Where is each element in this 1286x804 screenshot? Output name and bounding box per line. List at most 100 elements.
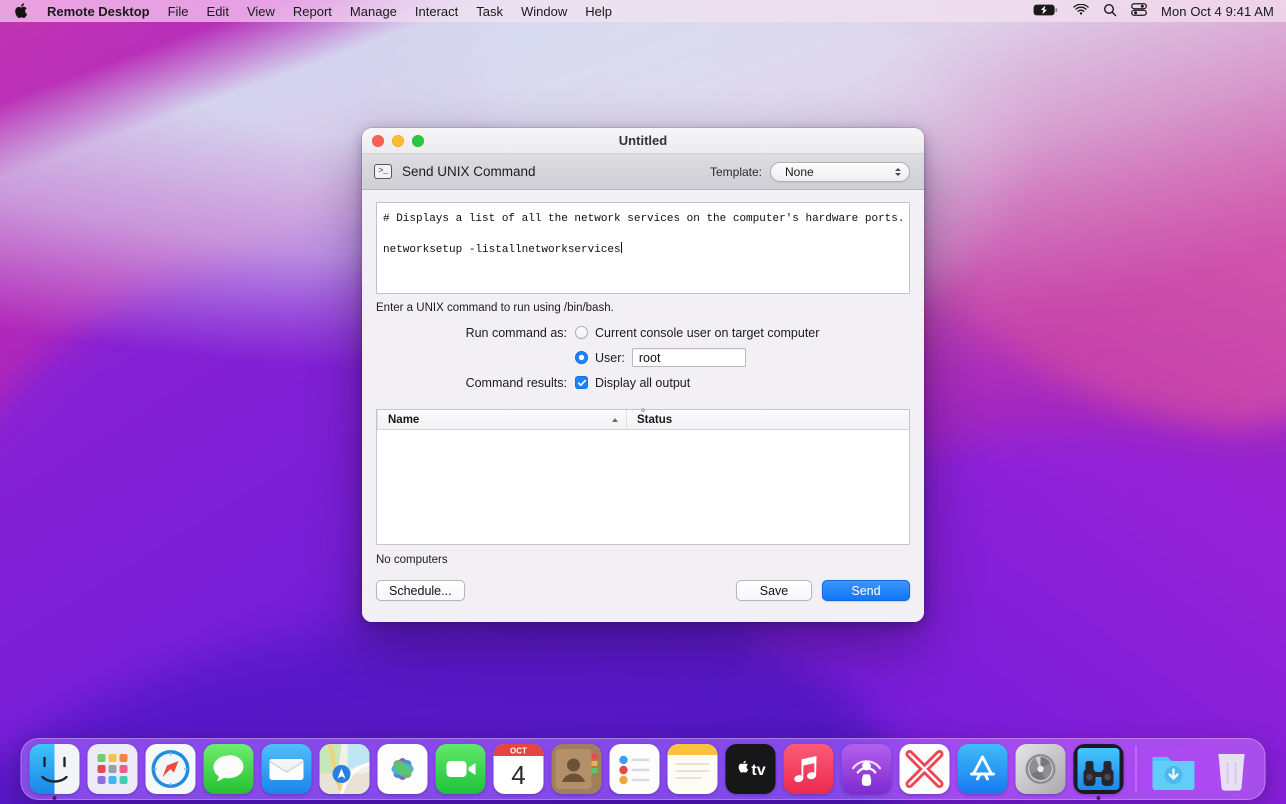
terminal-icon: >_ [374,164,392,179]
table-column-status[interactable]: Status [627,410,909,429]
template-label: Template: [709,164,762,179]
search-icon[interactable] [1103,3,1117,20]
menu-item-help[interactable]: Help [576,0,621,22]
dock-item-news[interactable] [899,744,950,794]
command-line-wrapper: networksetup -listallnetworkservices [383,242,901,259]
checkbox-display-all-output[interactable] [575,376,588,389]
split-resize-handle[interactable] [376,399,910,412]
dock-item-maps[interactable] [319,744,370,794]
desktop-screen: Remote Desktop File Edit View Report Man… [0,0,1286,804]
user-name-input[interactable]: root [631,348,746,367]
sort-ascending-icon [612,417,618,422]
dock-item-photos[interactable] [377,744,428,794]
text-cursor [621,242,623,254]
run-command-as-row: Run command as: Current console user on … [376,320,910,345]
user-row: User: root [376,345,910,370]
dock-item-messages[interactable] [203,744,254,794]
dock-item-reminders[interactable] [609,744,660,794]
radio-user[interactable] [575,351,588,364]
dock-item-facetime[interactable] [435,744,486,794]
command-comment-line: # Displays a list of all the network ser… [383,213,905,225]
send-unix-command-window: Untitled >_ Send UNIX Command Template: … [362,128,924,622]
music-icon [783,744,834,794]
table-column-name-label: Name [388,413,420,426]
dock-item-downloads[interactable] [1149,744,1199,794]
template-control-group: Template: None [709,161,910,182]
safari-icon [145,744,196,794]
command-textarea[interactable]: # Displays a list of all the network ser… [376,202,910,294]
dock-item-appstore[interactable] [957,744,1008,794]
dock-item-mail[interactable] [261,744,312,794]
radio-console-user[interactable] [575,326,588,339]
maps-icon [319,744,370,794]
dock-separator [1135,746,1137,792]
dock-item-launchpad[interactable] [87,744,138,794]
send-button[interactable]: Send [822,580,910,601]
battery-charging-icon[interactable] [1033,4,1059,19]
checkbox-display-all-output-label: Display all output [595,375,691,390]
dock-item-notes[interactable] [667,744,718,794]
table-column-name[interactable]: Name [377,410,627,429]
dock-item-finder[interactable] [29,744,80,800]
radio-console-user-label: Current console user on target computer [595,325,820,340]
wifi-icon[interactable] [1073,3,1089,19]
dock-item-system-preferences[interactable] [1015,744,1066,794]
table-column-status-label: Status [637,413,673,426]
menu-item-manage[interactable]: Manage [341,0,406,22]
window-title: Untitled [618,133,668,148]
command-blank-line [383,228,901,242]
window-body: # Displays a list of all the network ser… [362,190,924,622]
dock: OCT 4 tv [20,738,1266,800]
menu-item-view[interactable]: View [238,0,284,22]
options-section: Run command as: Current console user on … [376,320,910,395]
messages-icon [203,744,254,794]
dock-item-trash[interactable] [1207,744,1257,794]
window-titlebar[interactable]: Untitled [362,128,924,154]
launchpad-icon [87,744,138,794]
menu-item-remote-desktop[interactable]: Remote Desktop [38,0,159,22]
menu-item-task[interactable]: Task [467,0,512,22]
menu-item-file[interactable]: File [159,0,198,22]
computers-table[interactable]: Name Status [376,409,910,545]
schedule-button[interactable]: Schedule... [376,580,465,601]
menu-item-report[interactable]: Report [284,0,341,22]
apple-logo-icon[interactable] [12,0,38,22]
command-line: networksetup -listallnetworkservices [383,244,621,257]
dock-item-music[interactable] [783,744,834,794]
menu-bar-clock[interactable]: Mon Oct 4 9:41 AM [1161,4,1274,19]
tv-icon: tv [725,744,776,794]
dock-item-safari[interactable] [145,744,196,794]
window-toolbar: >_ Send UNIX Command Template: None [362,154,924,190]
control-center-icon[interactable] [1131,3,1147,19]
dock-item-calendar[interactable]: OCT 4 [493,744,544,794]
run-command-as-label: Run command as: [465,325,567,340]
table-body [377,430,909,544]
svg-text:tv: tv [751,762,765,779]
template-dropdown-value: None [785,164,814,179]
running-indicator [52,796,57,800]
downloads-folder-icon [1149,744,1199,794]
toolbar-title: Send UNIX Command [402,164,536,179]
menu-item-edit[interactable]: Edit [198,0,238,22]
finder-icon [29,744,80,794]
svg-text:OCT: OCT [510,746,527,755]
dock-item-remote-desktop[interactable] [1073,744,1124,800]
table-header-row: Name Status [377,410,909,430]
dock-item-tv[interactable]: tv [725,744,776,794]
dock-item-podcasts[interactable] [841,744,892,794]
dock-item-contacts[interactable] [551,744,602,794]
menu-item-window[interactable]: Window [512,0,576,22]
facetime-icon [435,744,486,794]
contacts-icon [551,744,602,794]
menu-bar: Remote Desktop File Edit View Report Man… [0,0,1286,22]
save-button[interactable]: Save [736,580,812,601]
photos-icon [377,744,428,794]
template-dropdown[interactable]: None [770,161,910,182]
menu-item-interact[interactable]: Interact [406,0,467,22]
table-empty-status: No computers [376,554,448,566]
command-hint: Enter a UNIX command to run using /bin/b… [376,302,614,314]
system-preferences-icon [1015,744,1066,794]
svg-text:4: 4 [511,760,525,790]
radio-user-label: User: [595,350,625,365]
news-icon [899,744,950,794]
